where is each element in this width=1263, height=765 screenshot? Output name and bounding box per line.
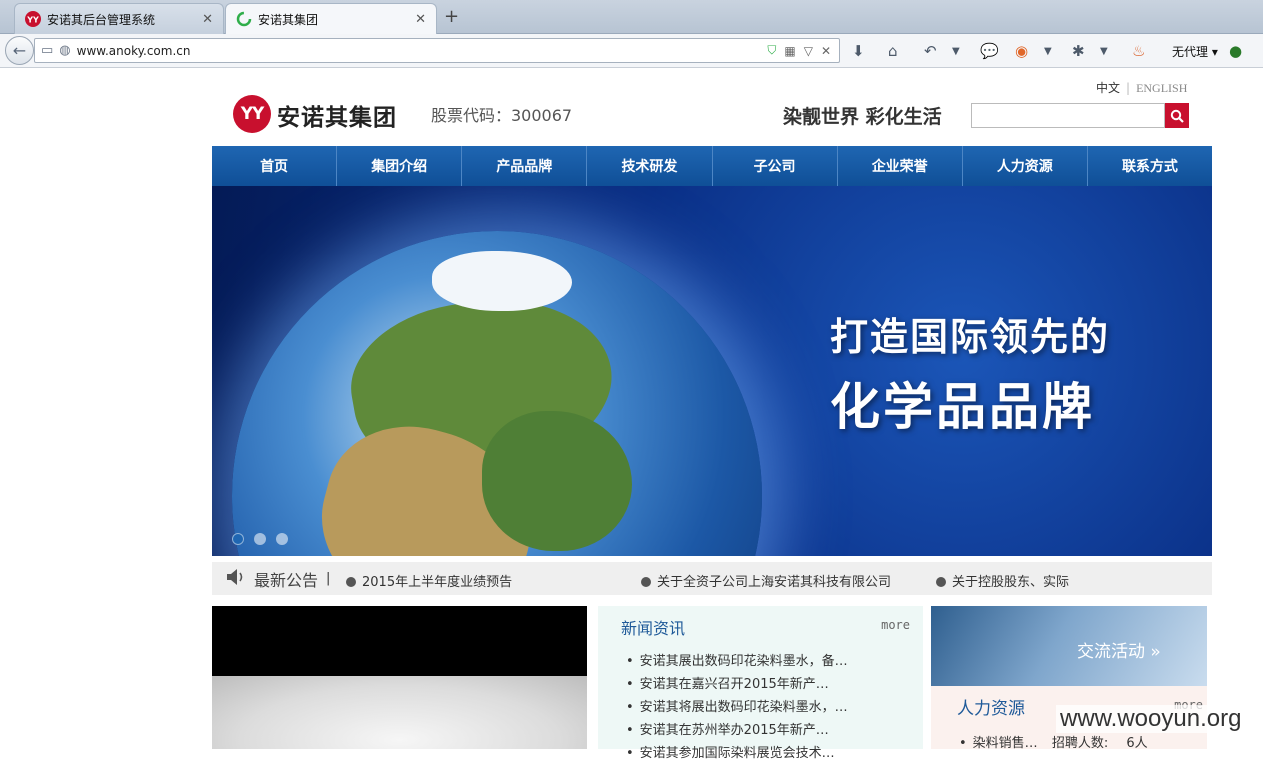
back-button[interactable]: ← [5,36,34,65]
chevron-down-icon[interactable]: ▼ [1100,46,1108,57]
banner-line-2: 化学品品牌 [830,378,1095,436]
chat-icon[interactable]: 💬 [980,42,999,60]
fox-icon[interactable]: ♨ [1132,42,1145,60]
hr-title: 人力资源 [957,699,1025,719]
shield-icon[interactable]: ⛉ [767,43,776,58]
announcement-item[interactable]: 2015年上半年度业绩预告 [346,571,512,590]
slide-dot[interactable] [276,533,288,545]
slogan: 染靓世界 彩化生活 [783,106,942,128]
back-arrow-icon: ← [12,41,27,60]
lang-english-link[interactable]: ENGLISH [1136,81,1187,95]
browser-tab-admin[interactable]: YY 安诺其后台管理系统 ✕ [14,3,224,34]
stop-icon[interactable]: ✕ [821,44,831,58]
logo-mark[interactable]: YY [233,95,271,133]
announcement-title: 最新公告 [254,570,319,590]
weibo-icon[interactable]: ◉ [1015,42,1028,60]
news-item[interactable]: 安诺其将展出数码印花染料墨水，… [626,696,848,719]
stock-code: 股票代码：300067 [431,106,573,125]
globe-image [232,231,762,556]
news-item[interactable]: 安诺其参加国际染料展览会技术… [626,742,848,765]
hero-banner[interactable]: 打造国际领先的 化学品品牌 [212,186,1212,556]
exchange-activity-label: 交流活动 » [1077,642,1161,662]
url-text[interactable]: www.anoky.com.cn [77,44,768,58]
nav-honors[interactable]: 企业荣誉 [838,146,963,186]
nav-products[interactable]: 产品品牌 [462,146,588,186]
language-switch: 中文 | ENGLISH [1096,81,1188,95]
news-title: 新闻资讯 [621,619,686,638]
ice-cap-shape [432,251,572,311]
search-button[interactable] [1165,103,1189,128]
download-icon[interactable]: ⬇ [852,42,865,60]
continent-shape [482,411,632,551]
video-player[interactable] [212,606,587,749]
video-frame [212,676,587,749]
nav-contact[interactable]: 联系方式 [1088,146,1212,186]
announcement-item[interactable]: 关于全资子公司上海安诺其科技有限公司 [641,571,891,590]
nav-hr[interactable]: 人力资源 [963,146,1088,186]
nav-subsidiaries[interactable]: 子公司 [713,146,838,186]
proxy-label: 无代理 [1172,45,1209,59]
close-tab-icon[interactable]: ✕ [415,12,426,27]
folder-icon: ▭ [41,43,54,58]
nav-about[interactable]: 集团介绍 [337,146,463,186]
exchange-activity-banner[interactable]: 交流活动 » [931,606,1207,686]
news-item[interactable]: 安诺其展出数码印花染料墨水，备… [626,650,848,673]
main-nav: 首页 集团介绍 产品品牌 技术研发 子公司 企业荣誉 人力资源 联系方式 [212,146,1212,186]
address-bar[interactable]: ▭ ◍ www.anoky.com.cn ⛉ ▦ ▽ ✕ [34,38,840,63]
proxy-menu[interactable]: 无代理 ▾ [1172,43,1218,60]
banner-headline: 打造国际领先的 化学品品牌 [830,306,1110,439]
search-input[interactable] [971,103,1165,128]
loading-spinner-icon [236,11,252,27]
chevron-down-icon[interactable]: ▼ [1044,46,1052,57]
slide-indicators [232,533,288,545]
dropdown-icon[interactable]: ▽ [804,44,813,58]
browser-nav-bar: ← ▭ ◍ www.anoky.com.cn ⛉ ▦ ▽ ✕ ⬇ ⌂ ↶ ▼ 💬… [0,34,1263,68]
status-globe-icon[interactable]: ● [1229,42,1242,60]
qr-code-icon[interactable]: ▦ [784,44,795,58]
browser-tab-group[interactable]: 安诺其集团 ✕ [225,3,437,34]
news-more-link[interactable]: more [881,618,910,632]
job-row[interactable]: 染料销售… 招聘人数: 6人 [959,732,1148,751]
nav-home[interactable]: 首页 [212,146,338,186]
speaker-icon [226,568,246,590]
chevron-down-icon[interactable]: ▼ [952,46,960,57]
close-tab-icon[interactable]: ✕ [202,12,213,27]
announcement-item[interactable]: 关于控股股东、实际 [936,571,1069,590]
bug-icon[interactable]: ✱ [1072,42,1085,60]
tab-label: 安诺其后台管理系统 [47,12,156,27]
news-item[interactable]: 安诺其在苏州举办2015年新产… [626,719,848,742]
tab-label: 安诺其集团 [258,12,319,27]
slide-dot[interactable] [254,533,266,545]
undo-icon[interactable]: ↶ [924,42,937,60]
new-tab-button[interactable]: + [444,6,459,27]
company-name[interactable]: 安诺其集团 [277,98,397,132]
watermark-text: www.wooyun.org [1056,705,1246,733]
banner-line-1: 打造国际领先的 [830,315,1111,359]
browser-tab-bar: YY 安诺其后台管理系统 ✕ 安诺其集团 ✕ + [0,0,1263,34]
nav-research[interactable]: 技术研发 [587,146,713,186]
anoky-favicon-icon: YY [25,11,41,27]
globe-icon: ◍ [59,43,71,58]
news-panel: 新闻资讯 more 安诺其展出数码印花染料墨水，备… 安诺其在嘉兴召开2015年… [598,606,923,761]
news-item[interactable]: 安诺其在嘉兴召开2015年新产… [626,673,848,696]
home-icon[interactable]: ⌂ [888,42,898,60]
search-icon [1170,109,1184,123]
slide-dot[interactable] [232,533,244,545]
announcement-bar: 最新公告 | 2015年上半年度业绩预告 关于全资子公司上海安诺其科技有限公司 … [212,562,1212,595]
lang-chinese-link[interactable]: 中文 [1096,81,1120,95]
news-list: 安诺其展出数码印花染料墨水，备… 安诺其在嘉兴召开2015年新产… 安诺其将展出… [626,650,848,765]
svg-text:YY: YY [26,16,39,25]
